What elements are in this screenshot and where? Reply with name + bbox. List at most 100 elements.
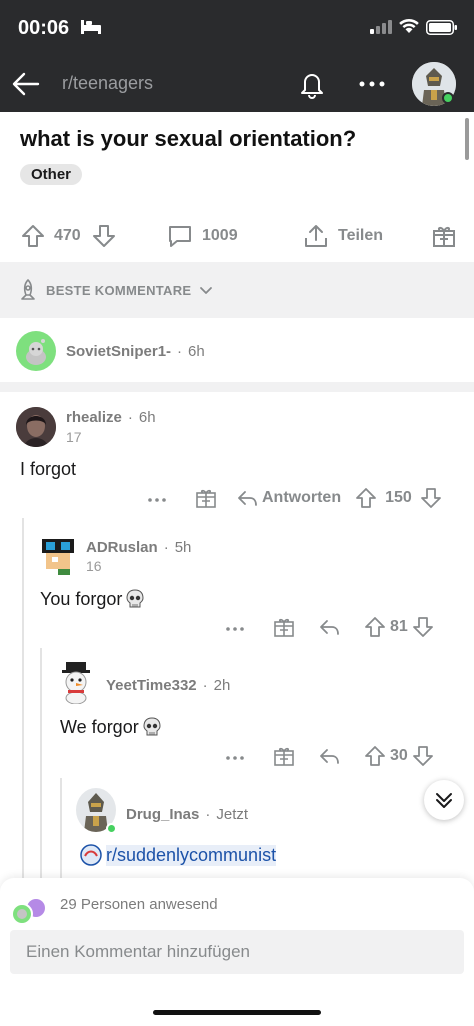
comment-username[interactable]: ADRuslan	[86, 539, 158, 556]
app-header: 00:06 r/teenagers	[0, 0, 474, 112]
sleep-mode-icon	[81, 20, 101, 34]
double-chevron-down-icon	[436, 793, 452, 808]
more-options-icon[interactable]	[224, 746, 246, 766]
divider	[0, 382, 474, 392]
pixel-avatar-icon	[42, 539, 74, 575]
rocket-icon	[21, 279, 35, 300]
avatar[interactable]	[56, 660, 96, 705]
skull-icon	[143, 717, 161, 736]
status-time: 00:06	[18, 17, 70, 39]
comment-dot: ·	[205, 806, 211, 823]
avatar[interactable]	[38, 537, 78, 577]
subreddit-icon	[80, 844, 102, 866]
more-options-icon[interactable]	[146, 488, 168, 508]
gift-icon	[433, 227, 455, 247]
more-options-icon[interactable]	[224, 617, 246, 637]
comment-username[interactable]: YeetTime332	[106, 677, 197, 694]
wifi-icon	[399, 18, 419, 33]
scrollbar-thumb[interactable]	[465, 118, 469, 160]
post-actions: 470 1009 Teilen	[0, 218, 474, 254]
comment-sort-bar: BESTE KOMMENTARE	[0, 262, 474, 318]
gift-icon[interactable]	[272, 615, 296, 639]
sort-label: BESTE KOMMENTARE	[46, 282, 192, 298]
post-comment-count: 1009	[202, 227, 238, 244]
upvote-icon[interactable]	[364, 616, 386, 638]
comment-age: 6h	[138, 409, 156, 426]
online-indicator	[442, 92, 454, 104]
award-button[interactable]	[430, 218, 458, 254]
comment-meta: SovietSniper1- · 6h	[66, 343, 205, 360]
avatar[interactable]	[16, 331, 56, 371]
snowman-avatar-icon	[62, 662, 90, 705]
comment-karma: 17	[66, 429, 82, 445]
thread-line[interactable]	[22, 518, 24, 878]
subreddit-link[interactable]: r/suddenlycommunist	[106, 844, 277, 866]
comment-username[interactable]: rhealize	[66, 409, 122, 426]
reply-arrow-icon[interactable]	[318, 616, 340, 638]
comment-meta: rhealize · 6h	[66, 409, 156, 426]
thread-line[interactable]	[40, 648, 42, 878]
back-arrow-icon[interactable]	[10, 68, 42, 100]
thread-line[interactable]	[60, 778, 62, 878]
comment-actions: 30	[224, 741, 434, 771]
share-label: Teilen	[338, 227, 384, 244]
post-vote-group: 470	[20, 218, 117, 254]
home-indicator[interactable]	[153, 1010, 321, 1015]
online-indicator	[106, 823, 117, 834]
avatar-stack-icon	[11, 899, 45, 925]
comment-age: Jetzt	[216, 806, 249, 823]
reply-arrow-icon[interactable]	[318, 745, 340, 767]
comment-age: 6h	[188, 343, 205, 360]
share-icon	[305, 225, 327, 247]
avatar[interactable]	[16, 407, 56, 447]
comment-age: 2h	[213, 677, 231, 694]
comment-vote-count: 150	[385, 489, 412, 506]
comment-dot: ·	[163, 539, 169, 556]
comment-username[interactable]: SovietSniper1-	[66, 343, 171, 360]
more-options-icon[interactable]	[358, 72, 386, 96]
gift-icon[interactable]	[272, 744, 296, 768]
comment-dot: ·	[127, 409, 133, 426]
share-button[interactable]: Teilen	[302, 218, 383, 254]
subreddit-link-row[interactable]: r/suddenlycommunist	[80, 844, 277, 866]
subreddit-title[interactable]: r/teenagers	[62, 73, 153, 94]
status-bar: 00:06	[0, 0, 474, 56]
post-vote-count: 470	[54, 227, 81, 244]
downvote-icon[interactable]	[420, 487, 442, 509]
comment-username[interactable]: Drug_Inas	[126, 806, 199, 823]
comment-actions: Antworten 150	[146, 483, 442, 513]
upvote-icon[interactable]	[364, 745, 386, 767]
sort-dropdown[interactable]: BESTE KOMMENTARE	[16, 278, 215, 302]
cellular-signal-icon	[370, 20, 392, 34]
battery-icon	[426, 20, 457, 35]
reply-arrow-icon[interactable]	[236, 487, 258, 509]
downvote-icon[interactable]	[412, 745, 434, 767]
nav-bar: r/teenagers	[0, 56, 474, 112]
next-comment-button[interactable]	[424, 780, 464, 820]
comment-dot: ·	[202, 677, 208, 694]
comment-composer-panel: 29 Personen anwesend Einen Kommentar hin…	[0, 878, 474, 1026]
downvote-icon[interactable]	[91, 223, 117, 249]
comment-meta: Drug_Inas · Jetzt	[126, 806, 248, 823]
comment-body: I forgot	[20, 459, 77, 479]
comment-body-row: You forgor	[40, 588, 146, 610]
reply-button-label[interactable]: Antworten	[262, 489, 341, 507]
chevron-down-icon	[200, 287, 213, 294]
gift-icon[interactable]	[194, 486, 218, 510]
post-flair[interactable]: Other	[20, 164, 83, 185]
comment-actions: 81	[224, 612, 434, 642]
comment-input[interactable]: Einen Kommentar hinzufügen	[10, 930, 464, 974]
comment-meta: ADRuslan · 5h	[86, 539, 191, 556]
comment-body: We forgor	[60, 716, 139, 737]
comment-body-row: We forgor	[60, 716, 163, 738]
comment-meta: YeetTime332 · 2h	[106, 677, 230, 694]
upvote-icon[interactable]	[20, 223, 46, 249]
present-count: 29 Personen anwesend	[60, 896, 218, 913]
upvote-icon[interactable]	[355, 487, 377, 509]
downvote-icon[interactable]	[412, 616, 434, 638]
present-avatars	[10, 898, 46, 925]
post-comments-button[interactable]: 1009	[166, 218, 238, 254]
bell-icon[interactable]	[296, 68, 328, 100]
comment-bubble-icon	[169, 226, 191, 247]
post-title: what is your sexual orientation?	[20, 126, 357, 151]
